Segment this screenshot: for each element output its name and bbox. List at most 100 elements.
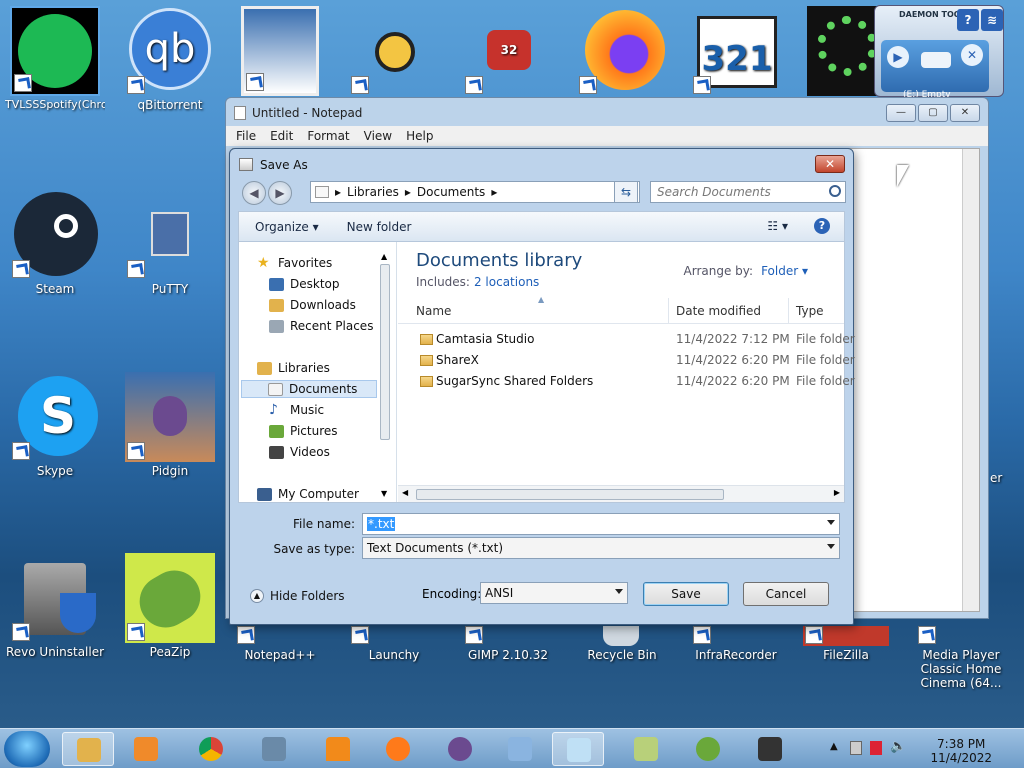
column-type[interactable]: Type xyxy=(796,304,824,318)
file-row[interactable]: SugarSync Shared Folders 11/4/2022 6:20 … xyxy=(398,371,855,392)
scroll-left-icon[interactable]: ◀ xyxy=(402,488,408,497)
desktop-icon-spotify[interactable]: TVLSSSpotify(Chromium)Genius xyxy=(5,6,105,126)
nav-pane-scrollbar[interactable]: ▲ ▼ xyxy=(379,252,391,498)
taskbar-pidgin[interactable] xyxy=(434,732,486,766)
taskbar-app12[interactable] xyxy=(744,732,796,766)
notepad-scrollbar[interactable] xyxy=(962,149,979,611)
nav-recent[interactable]: Recent Places xyxy=(269,317,373,335)
new-folder-button[interactable]: New folder xyxy=(347,220,412,234)
start-button[interactable] xyxy=(4,731,50,767)
desktop-icon-5[interactable]: 32 xyxy=(458,6,558,96)
taskbar-app11[interactable] xyxy=(682,732,734,766)
file-list-hscrollbar[interactable]: ◀ ▶ xyxy=(398,485,844,502)
desktop-icon-firefox[interactable] xyxy=(572,6,672,96)
desktop-icon-mpc-hc[interactable]: Media Player Classic Home Cinema (64... xyxy=(902,626,1020,690)
file-row[interactable]: ShareX 11/4/2022 6:20 PM File folder xyxy=(398,350,855,371)
desktop-icon-infrarecorder[interactable]: InfraRecorder xyxy=(686,626,786,662)
desktop-icon-filezilla[interactable]: FileZilla xyxy=(796,626,896,662)
nav-downloads[interactable]: Downloads xyxy=(269,296,356,314)
desktop-icon-steam[interactable]: Steam xyxy=(5,190,105,296)
taskbar-app4[interactable] xyxy=(248,732,300,766)
organize-button[interactable]: Organize ▾ xyxy=(255,220,319,234)
savetype-select[interactable]: Text Documents (*.txt) xyxy=(362,537,840,559)
taskbar-explorer[interactable] xyxy=(62,732,114,766)
desktop-icon-4[interactable] xyxy=(344,6,444,96)
taskbar-media[interactable] xyxy=(120,732,172,766)
file-row[interactable]: Camtasia Studio 11/4/2022 7:12 PM File f… xyxy=(398,329,855,350)
breadcrumb-libraries[interactable]: Libraries xyxy=(347,185,399,199)
desktop-icon-gimp[interactable]: GIMP 2.10.32 xyxy=(458,626,558,662)
save-as-dialog[interactable]: Save As ✕ ◀ ▶ ▸ Libraries ▸ Documents ▸ … xyxy=(229,148,855,625)
column-divider[interactable] xyxy=(788,298,789,324)
column-divider[interactable] xyxy=(668,298,669,324)
desktop-icon-qbittorrent[interactable]: qb qBittorrent xyxy=(120,6,220,112)
tray-flag-icon[interactable] xyxy=(870,741,882,755)
column-name[interactable]: Name xyxy=(416,304,451,318)
play-icon[interactable]: ▶ xyxy=(887,46,909,68)
scroll-up-icon[interactable]: ▲ xyxy=(381,252,387,261)
wrench-icon[interactable]: ✕ xyxy=(961,44,983,66)
address-bar[interactable]: ▸ Libraries ▸ Documents ▸ ▼ xyxy=(310,181,640,203)
cancel-button[interactable]: Cancel xyxy=(743,582,829,606)
maximize-button[interactable]: ▢ xyxy=(918,104,948,122)
breadcrumb-documents[interactable]: Documents xyxy=(417,185,485,199)
hide-folders-button[interactable]: ▲ Hide Folders xyxy=(250,589,345,603)
taskbar-notepad[interactable] xyxy=(552,732,604,766)
nav-videos[interactable]: Videos xyxy=(269,443,330,461)
dialog-close-button[interactable]: ✕ xyxy=(815,155,845,173)
taskbar-paint[interactable] xyxy=(494,732,546,766)
chevron-down-icon[interactable] xyxy=(615,589,623,594)
desktop-icon-mpc[interactable]: 321 xyxy=(686,6,786,96)
save-button[interactable]: Save xyxy=(643,582,729,606)
taskbar-chrome[interactable] xyxy=(185,732,237,766)
taskbar-clock[interactable]: 7:38 PM 11/4/2022 xyxy=(930,737,992,765)
nav-music[interactable]: ♪ Music xyxy=(269,401,324,419)
tray-network-icon[interactable] xyxy=(850,741,862,755)
menu-file[interactable]: File xyxy=(236,129,256,143)
taskbar-firefox[interactable] xyxy=(372,732,424,766)
view-options-button[interactable]: ☷ ▾ xyxy=(767,219,788,233)
chevron-down-icon[interactable] xyxy=(827,544,835,549)
filename-input[interactable]: *.txt xyxy=(362,513,840,535)
nav-pictures[interactable]: Pictures xyxy=(269,422,338,440)
tray-chevron-up-icon[interactable]: ▲ xyxy=(830,741,838,752)
menu-format[interactable]: Format xyxy=(307,129,349,143)
scroll-right-icon[interactable]: ▶ xyxy=(834,488,840,497)
desktop-icon-recycle-bin[interactable]: Recycle Bin xyxy=(572,626,672,662)
scroll-thumb[interactable] xyxy=(380,264,390,440)
daemon-help-button[interactable]: ? xyxy=(957,9,979,31)
menu-view[interactable]: View xyxy=(364,129,392,143)
scroll-down-icon[interactable]: ▼ xyxy=(381,489,387,498)
rss-icon[interactable]: ≋ xyxy=(981,9,1003,31)
minimize-button[interactable]: — xyxy=(886,104,916,122)
nav-my-computer[interactable]: My Computer xyxy=(257,485,359,503)
nav-libraries[interactable]: Libraries xyxy=(257,359,330,377)
desktop-icon-notepadpp[interactable]: Notepad++ xyxy=(230,626,330,662)
desktop-icon-putty[interactable]: PuTTY xyxy=(120,190,220,296)
menu-edit[interactable]: Edit xyxy=(270,129,293,143)
desktop-icon-skype[interactable]: S Skype xyxy=(5,372,105,478)
dialog-titlebar[interactable]: Save As ✕ xyxy=(230,149,853,179)
taskbar-vlc[interactable] xyxy=(312,732,364,766)
close-button[interactable]: ✕ xyxy=(950,104,980,122)
help-icon[interactable]: ? xyxy=(814,218,830,234)
refresh-button[interactable]: ⇆ xyxy=(614,181,638,203)
desktop-icon-pidgin[interactable]: Pidgin xyxy=(120,372,220,478)
notepad-titlebar[interactable]: Untitled - Notepad — ▢ ✕ xyxy=(226,98,988,126)
desktop-icon-launchy[interactable]: Launchy xyxy=(344,626,444,662)
tray-volume-icon[interactable]: 🔈 xyxy=(890,739,906,754)
nav-documents[interactable]: Documents xyxy=(241,380,377,398)
back-button[interactable]: ◀ xyxy=(242,181,266,205)
forward-button[interactable]: ▶ xyxy=(268,181,292,205)
nav-favorites[interactable]: ★ Favorites xyxy=(257,254,332,272)
arrange-dropdown[interactable]: Folder ▾ xyxy=(761,264,808,278)
taskbar-app10[interactable] xyxy=(620,732,672,766)
chevron-down-icon[interactable] xyxy=(827,520,835,525)
column-date[interactable]: Date modified xyxy=(676,304,761,318)
menu-help[interactable]: Help xyxy=(406,129,433,143)
search-input[interactable]: Search Documents xyxy=(650,181,846,203)
desktop-icon-peazip[interactable]: PeaZip xyxy=(120,553,220,659)
locations-link[interactable]: 2 locations xyxy=(474,275,539,289)
nav-desktop[interactable]: Desktop xyxy=(269,275,340,293)
desktop-icon-revo[interactable]: Revo Uninstaller xyxy=(5,553,105,659)
